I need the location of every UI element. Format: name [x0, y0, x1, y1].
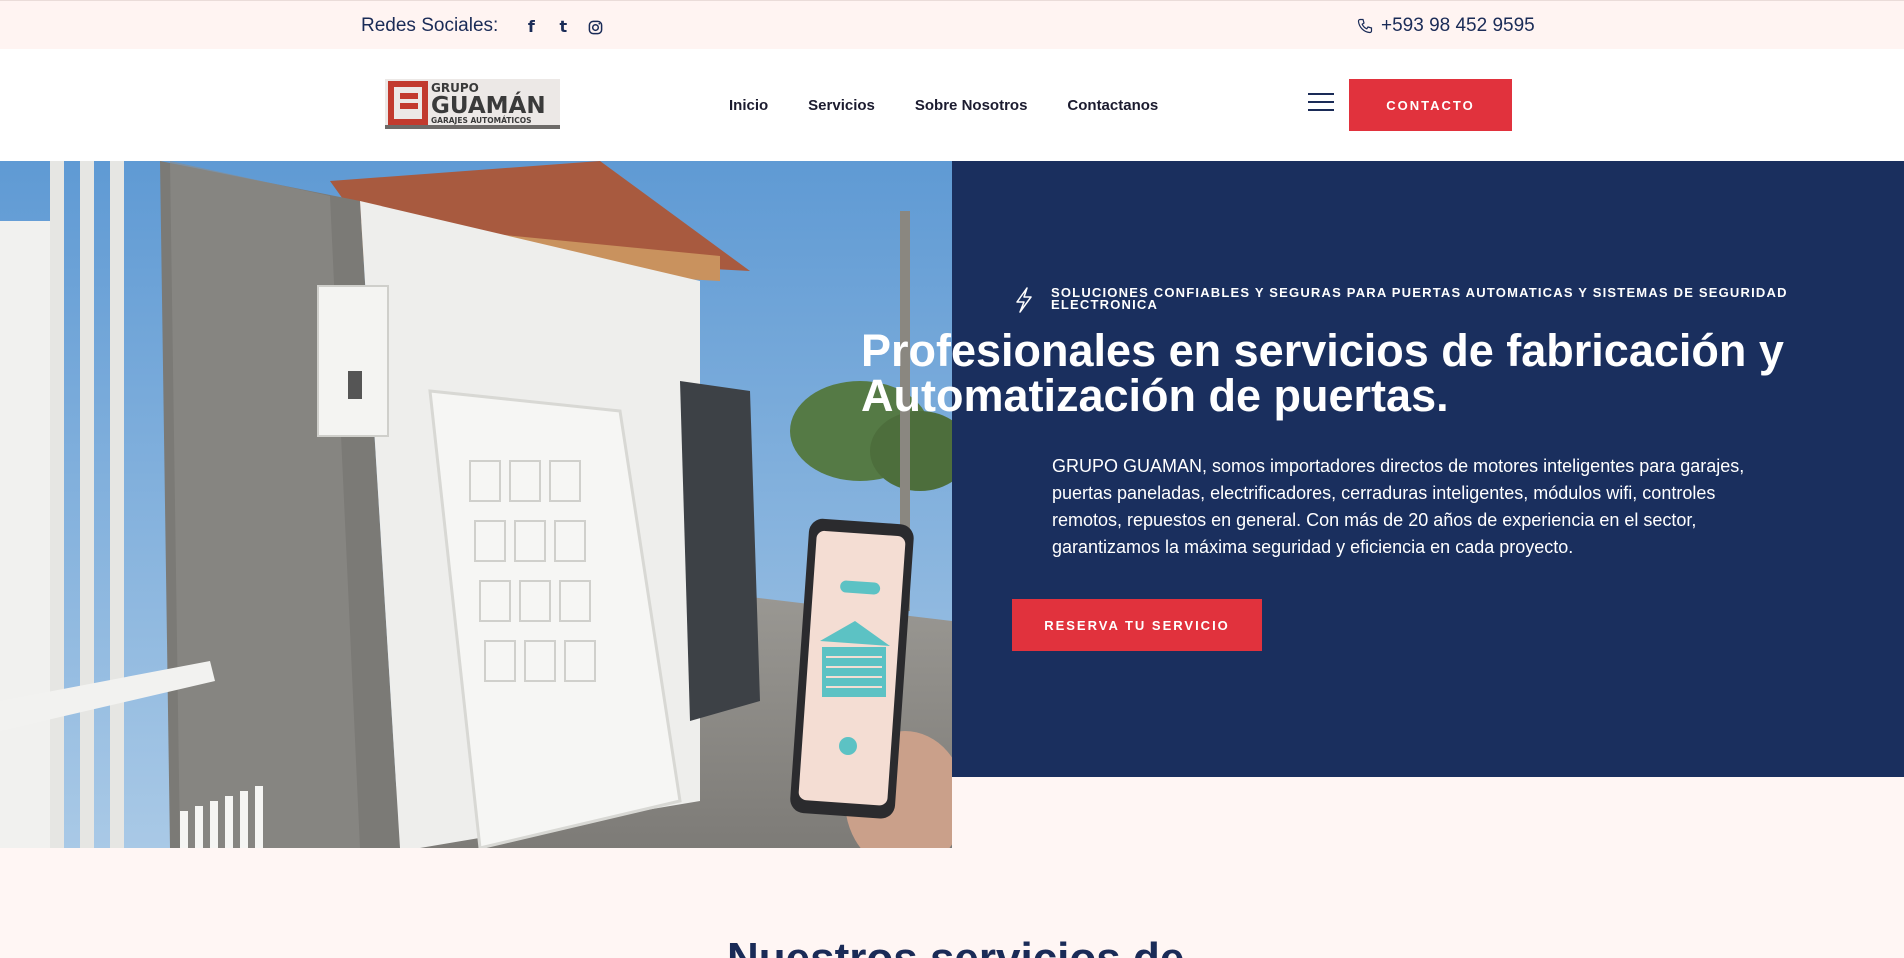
social-links: Redes Sociales: f t	[361, 15, 604, 37]
nav-sobre-nosotros[interactable]: Sobre Nosotros	[915, 97, 1028, 114]
phone-link[interactable]: +593 98 452 9595	[1357, 15, 1535, 37]
contact-button[interactable]: CONTACTO	[1349, 79, 1512, 131]
svg-text:GARAJES AUTOMÁTICOS: GARAJES AUTOMÁTICOS	[431, 116, 532, 125]
lightning-icon	[1016, 287, 1032, 313]
phone-icon	[1357, 18, 1373, 34]
hero-title: Profesionales en servicios de fabricació…	[861, 325, 1784, 421]
site-header: GRUPO GUAMÁN GARAJES AUTOMÁTICOS Inicio …	[0, 49, 1904, 161]
nav-inicio[interactable]: Inicio	[729, 97, 768, 114]
reserve-service-button[interactable]: RESERVA TU SERVICIO	[1012, 599, 1262, 651]
nav-contactanos[interactable]: Contactanos	[1067, 97, 1158, 114]
phone-number: +593 98 452 9595	[1381, 15, 1535, 36]
instagram-icon[interactable]	[586, 17, 604, 36]
hero-image	[0, 161, 952, 848]
hero-eyebrow: SOLUCIONES CONFIABLES Y SEGURAS PARA PUE…	[1013, 285, 1843, 313]
social-label: Redes Sociales:	[361, 15, 499, 36]
top-bar: Redes Sociales: f t +593 98 452 9595	[0, 0, 1904, 49]
facebook-icon[interactable]: f	[522, 17, 540, 36]
hero-description: GRUPO GUAMAN, somos importadores directo…	[1052, 453, 1772, 561]
svg-text:GUAMÁN: GUAMÁN	[431, 91, 546, 119]
hero-eyebrow-text: SOLUCIONES CONFIABLES Y SEGURAS PARA PUE…	[1051, 285, 1788, 312]
tumblr-icon[interactable]: t	[554, 17, 572, 36]
services-section-title: Nuestros servicios de	[727, 934, 1184, 958]
logo[interactable]: GRUPO GUAMÁN GARAJES AUTOMÁTICOS	[385, 77, 560, 131]
main-nav: Inicio Servicios Sobre Nosotros Contacta…	[729, 97, 1198, 114]
hamburger-menu-icon[interactable]	[1308, 93, 1334, 113]
nav-servicios[interactable]: Servicios	[808, 97, 875, 114]
brand-name: GRUPO GUAMAN	[1052, 456, 1203, 476]
